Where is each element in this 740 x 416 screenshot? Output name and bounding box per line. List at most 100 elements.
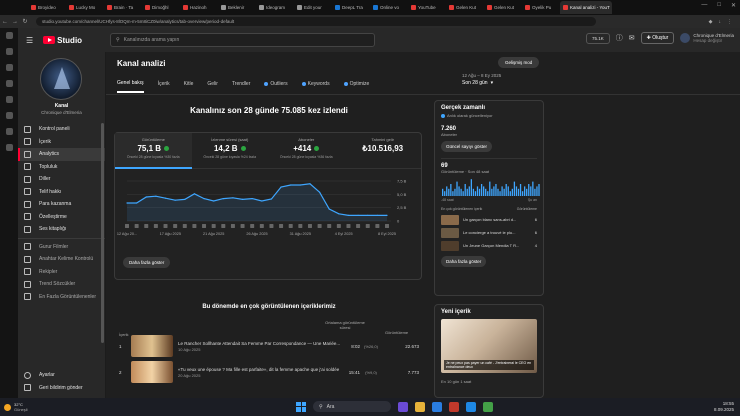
upload-marker[interactable] <box>317 224 322 228</box>
sidebar-item-plugin[interactable]: Rekipler <box>18 266 105 279</box>
chart-point[interactable] <box>357 214 359 216</box>
chart-point[interactable] <box>222 198 224 200</box>
upload-marker[interactable] <box>153 224 158 228</box>
chart-point[interactable] <box>213 200 215 202</box>
hamburger-menu-icon[interactable]: ☰ <box>26 36 33 45</box>
metric-tab[interactable]: Tahmini gelir ₺10.516,93 <box>345 133 422 168</box>
tab-2[interactable]: Kitle <box>184 80 194 93</box>
video-title[interactable]: «Tu veux une épouse ? Ma fille est parfa… <box>178 367 346 372</box>
sidebar-item-trend[interactable]: Trend Sözcükler <box>18 278 105 291</box>
chart-point[interactable] <box>126 202 128 204</box>
chart-point[interactable] <box>261 200 263 202</box>
back-icon[interactable]: ← <box>0 19 10 25</box>
browser-tab[interactable]: Kanal analizi - YouT <box>560 1 612 14</box>
sidebar-item-copyright[interactable]: Telif hakkı <box>18 186 105 199</box>
extension-icon[interactable]: ◆ <box>709 19 713 25</box>
upload-marker[interactable] <box>221 224 226 228</box>
upload-marker[interactable] <box>346 224 351 228</box>
account-switcher[interactable]: Chronique d'Elmeria Hesap değiştir <box>680 33 734 43</box>
chart-point[interactable] <box>203 198 205 200</box>
sidebar-app-icon[interactable] <box>5 80 13 87</box>
sidebar-item-dashboard[interactable]: Kontrol paneli <box>18 123 105 136</box>
weather-widget[interactable]: 32°C Güneşli <box>4 402 28 412</box>
folder-icon[interactable] <box>415 401 425 412</box>
live-count-button[interactable]: Güncel sayıyı göster <box>441 141 493 152</box>
download-icon[interactable]: ↓ <box>719 19 722 25</box>
upload-marker[interactable] <box>173 224 178 228</box>
maximize-icon[interactable]: □ <box>717 2 721 9</box>
tab-6[interactable]: Keywords <box>301 80 330 93</box>
upload-marker[interactable] <box>250 224 255 228</box>
browser-tab[interactable]: Oyelik Pu <box>522 1 559 14</box>
chart-point[interactable] <box>347 214 350 216</box>
tab-5[interactable]: Outliers <box>264 80 288 93</box>
video-thumbnail[interactable] <box>131 335 173 357</box>
browser-tab[interactable]: Ideogram <box>256 1 293 14</box>
upload-marker[interactable] <box>307 224 312 228</box>
upload-marker[interactable] <box>336 224 341 228</box>
windows-start-icon[interactable] <box>296 401 306 412</box>
chart-point[interactable] <box>299 184 301 186</box>
app-icon[interactable] <box>483 401 493 412</box>
views-pill[interactable]: 75.1K <box>586 32 610 44</box>
store-icon[interactable] <box>432 401 442 412</box>
upload-marker[interactable] <box>182 224 187 228</box>
upload-marker[interactable] <box>269 224 274 228</box>
chart-point[interactable] <box>386 214 388 216</box>
upload-marker[interactable] <box>298 224 303 228</box>
sidebar-item-audio-library[interactable]: Ses kitaplığı <box>18 223 105 236</box>
chart-point[interactable] <box>376 214 378 216</box>
sidebar-app-icon[interactable] <box>5 112 13 119</box>
browser-tab[interactable]: Gelen Kut <box>484 1 521 14</box>
upload-marker[interactable] <box>288 224 293 228</box>
browser-tab[interactable]: Lucky Mo <box>66 1 103 14</box>
table-row[interactable]: 1 Le Rancher Sollhante Attendait Sa Femme… <box>119 334 419 358</box>
upload-marker[interactable] <box>125 224 129 228</box>
chart-point[interactable] <box>232 197 234 199</box>
sidebar-item-content[interactable]: İçerik <box>18 136 105 149</box>
chart-point[interactable] <box>145 196 147 198</box>
chart-point[interactable] <box>270 198 273 200</box>
realtime-video-row[interactable]: Un garçon blanc sans-abri d... 6 <box>441 213 543 226</box>
table-row[interactable]: 2 «Tu veux une épouse ? Ma fille est parf… <box>119 360 419 384</box>
sidebar-item-languages[interactable]: Diller <box>18 173 105 186</box>
upload-marker[interactable] <box>144 224 149 228</box>
chart-point[interactable] <box>251 198 253 200</box>
browser-tab[interactable]: Hazinoh <box>180 1 217 14</box>
mail-icon[interactable] <box>466 401 476 412</box>
system-clock[interactable]: 18:55 8.09.2025 <box>714 401 734 413</box>
close-icon[interactable]: ✕ <box>731 2 736 9</box>
sidebar-item-film[interactable]: Gurur Filmler <box>18 241 105 254</box>
sidebar-item-views[interactable]: En Fazla Görüntülenenler <box>18 291 105 304</box>
browser-tab[interactable]: Brain · Ta <box>104 1 141 14</box>
help-icon[interactable]: ⓘ <box>616 33 623 43</box>
chart-point[interactable] <box>290 184 292 186</box>
upload-marker[interactable] <box>327 224 332 228</box>
studio-logo[interactable]: Studio <box>43 36 82 45</box>
video-title[interactable]: Le Rancher Sollhante Attendait Sa Femme … <box>178 341 346 346</box>
sidebar-app-icon[interactable] <box>5 32 13 39</box>
chart-point[interactable] <box>174 199 176 201</box>
upload-marker[interactable] <box>365 224 370 228</box>
date-range-picker[interactable]: 12 Ağu – 8 Ey 2025 Son 28 gün ▾ <box>462 73 501 86</box>
tab-7[interactable]: Optimize <box>343 80 369 93</box>
browser-tab[interactable]: Gelen Kut <box>446 1 483 14</box>
upload-marker[interactable] <box>202 224 207 228</box>
forward-icon[interactable]: → <box>10 19 20 25</box>
latest-video-thumbnail[interactable]: Je ne peux pas payer un café - J'entrain… <box>441 319 537 373</box>
tab-4[interactable]: Trendler <box>232 80 250 93</box>
browser-tab[interactable]: Dimoğhl <box>142 1 179 14</box>
browser-tab[interactable]: Online vo <box>370 1 407 14</box>
show-more-button[interactable]: Daha fazla göster <box>123 257 171 268</box>
chart-point[interactable] <box>193 193 196 195</box>
tab-0[interactable]: Genel bakış <box>117 80 144 93</box>
chart-point[interactable] <box>309 183 311 185</box>
chart-point[interactable] <box>280 186 282 188</box>
upload-marker[interactable] <box>192 224 197 228</box>
chart-point[interactable] <box>136 202 138 204</box>
sidebar-item-feedback[interactable]: Geri bildirim gönder <box>18 382 105 395</box>
search-input[interactable]: ⚲ Kanalınızda arama yapın <box>110 33 375 47</box>
upload-marker[interactable] <box>230 224 235 228</box>
chart-point[interactable] <box>338 213 340 215</box>
advanced-mode-button[interactable]: Gelişmiş mod <box>498 57 540 68</box>
